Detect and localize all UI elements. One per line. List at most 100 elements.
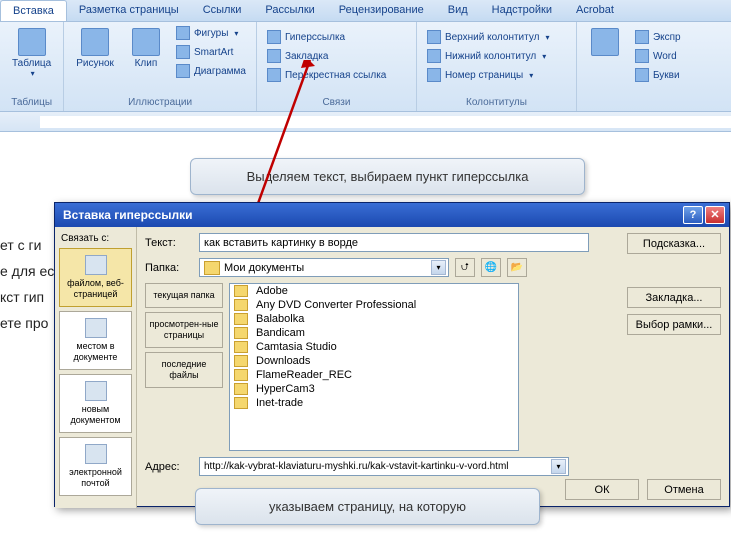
document-text: ет с ги е для ес кст гип ете про [0,232,54,336]
wordart-icon [635,49,649,63]
text-input[interactable] [199,233,589,252]
dropcap-button[interactable]: Букви [631,66,685,84]
folder-icon [234,327,248,339]
table-label: Таблица [12,58,51,69]
tab-references[interactable]: Ссылки [191,0,254,21]
express-button[interactable]: Экспр [631,28,685,46]
group-tables-label: Таблицы [6,95,57,111]
folder-icon [234,313,248,325]
list-item[interactable]: Camtasia Studio [230,340,518,354]
hyperlink-button[interactable]: Гиперссылка [263,28,390,46]
table-button[interactable]: Таблица [6,24,57,82]
titlebar[interactable]: Вставка гиперссылки ? ✕ [55,203,729,227]
tab-insert[interactable]: Вставка [0,0,67,21]
tab-acrobat[interactable]: Acrobat [564,0,626,21]
browse-web-button[interactable]: 🌐 [481,258,501,277]
link-place-doc[interactable]: местом в документе [59,311,132,370]
doc-icon [85,318,107,338]
group-headers: Верхний колонтитул Нижний колонтитул Ном… [417,22,577,111]
file-list[interactable]: Adobe Any DVD Converter Professional Bal… [229,283,519,451]
folder-icon [234,341,248,353]
list-item[interactable]: Balabolka [230,312,518,326]
picture-icon [81,28,109,56]
bookmark-button[interactable]: Закладка [263,47,390,65]
chart-icon [176,64,190,78]
group-headers-label: Колонтитулы [423,95,570,111]
list-item[interactable]: Bandicam [230,326,518,340]
picture-button[interactable]: Рисунок [70,24,120,73]
folder-icon [234,355,248,367]
folder-combo[interactable]: Мои документы ▾ [199,258,449,277]
folder-icon [204,261,220,275]
wordart-button[interactable]: Word [631,47,685,65]
link-sidebar: Связать с: файлом, веб-страницей местом … [55,227,137,508]
express-icon [635,30,649,44]
web-icon [85,255,107,275]
pagenum-icon [427,68,441,82]
dropcap-icon [635,68,649,82]
callout-bottom: указываем страницу, на которую [195,488,540,525]
cancel-button[interactable]: Отмена [647,479,721,500]
pagenum-button[interactable]: Номер страницы [423,66,554,84]
help-button[interactable]: ? [683,206,703,224]
link-email[interactable]: электронной почтой [59,437,132,496]
tab-browsed-pages[interactable]: просмотрен-ные страницы [145,312,223,348]
tab-mailings[interactable]: Рассылки [253,0,326,21]
textbox-button[interactable] [583,24,627,62]
link-new-doc[interactable]: новым документом [59,374,132,433]
list-item[interactable]: Any DVD Converter Professional [230,298,518,312]
list-item[interactable]: HyperCam3 [230,382,518,396]
ribbon: Таблица Таблицы Рисунок Клип Фигуры Smar… [0,22,731,112]
list-item[interactable]: Downloads [230,354,518,368]
dialog-main: Текст: Подсказка... Папка: Мои документы… [137,227,729,508]
textbox-icon [591,28,619,56]
up-folder-button[interactable]: ⮍ [455,258,475,277]
chevron-down-icon[interactable]: ▾ [431,260,446,275]
folder-icon [234,369,248,381]
hint-button[interactable]: Подсказка... [627,233,721,254]
tab-current-folder[interactable]: текущая папка [145,283,223,308]
group-links: Гиперссылка Закладка Перекрестная ссылка… [257,22,417,111]
bookmark-dialog-button[interactable]: Закладка... [627,287,721,308]
smartart-button[interactable]: SmartArt [172,43,250,61]
clip-button[interactable]: Клип [124,24,168,73]
address-combo[interactable]: http://kak-vybrat-klaviaturu-myshki.ru/k… [199,457,569,476]
crossref-button[interactable]: Перекрестная ссылка [263,66,390,84]
chevron-down-icon[interactable]: ▾ [551,459,566,474]
list-item[interactable]: Inet-trade [230,396,518,410]
group-tables: Таблица Таблицы [0,22,64,111]
address-label: Адрес: [145,461,193,473]
callout-top: Выделяем текст, выбираем пункт гиперссыл… [190,158,585,195]
tab-recent-files[interactable]: последние файлы [145,352,223,388]
dialog-title: Вставка гиперссылки [63,208,681,222]
email-icon [85,444,107,464]
browse-file-button[interactable]: 📂 [507,258,527,277]
clip-icon [132,28,160,56]
ok-button[interactable]: ОК [565,479,639,500]
frame-button[interactable]: Выбор рамки... [627,314,721,335]
close-button[interactable]: ✕ [705,206,725,224]
browse-tabs: текущая папка просмотрен-ные страницы по… [145,283,223,451]
header-button[interactable]: Верхний колонтитул [423,28,554,46]
ruler[interactable] [0,112,731,132]
link-to-label: Связать с: [59,231,132,248]
crossref-icon [267,68,281,82]
smartart-icon [176,45,190,59]
tab-review[interactable]: Рецензирование [327,0,436,21]
tab-view[interactable]: Вид [436,0,480,21]
footer-button[interactable]: Нижний колонтитул [423,47,554,65]
group-illustrations: Рисунок Клип Фигуры SmartArt Диаграмма И… [64,22,257,111]
shapes-button[interactable]: Фигуры [172,24,250,42]
chart-button[interactable]: Диаграмма [172,62,250,80]
ribbon-tabs: Вставка Разметка страницы Ссылки Рассылк… [0,0,731,22]
newdoc-icon [85,381,107,401]
list-item[interactable]: FlameReader_REC [230,368,518,382]
tab-page-layout[interactable]: Разметка страницы [67,0,191,21]
hyperlink-dialog: Вставка гиперссылки ? ✕ Связать с: файло… [54,202,730,507]
list-item[interactable]: Adobe [230,284,518,298]
folder-icon [234,299,248,311]
tab-addins[interactable]: Надстройки [480,0,564,21]
table-icon [18,28,46,56]
link-file-web[interactable]: файлом, веб-страницей [59,248,132,307]
folder-label: Папка: [145,262,193,274]
